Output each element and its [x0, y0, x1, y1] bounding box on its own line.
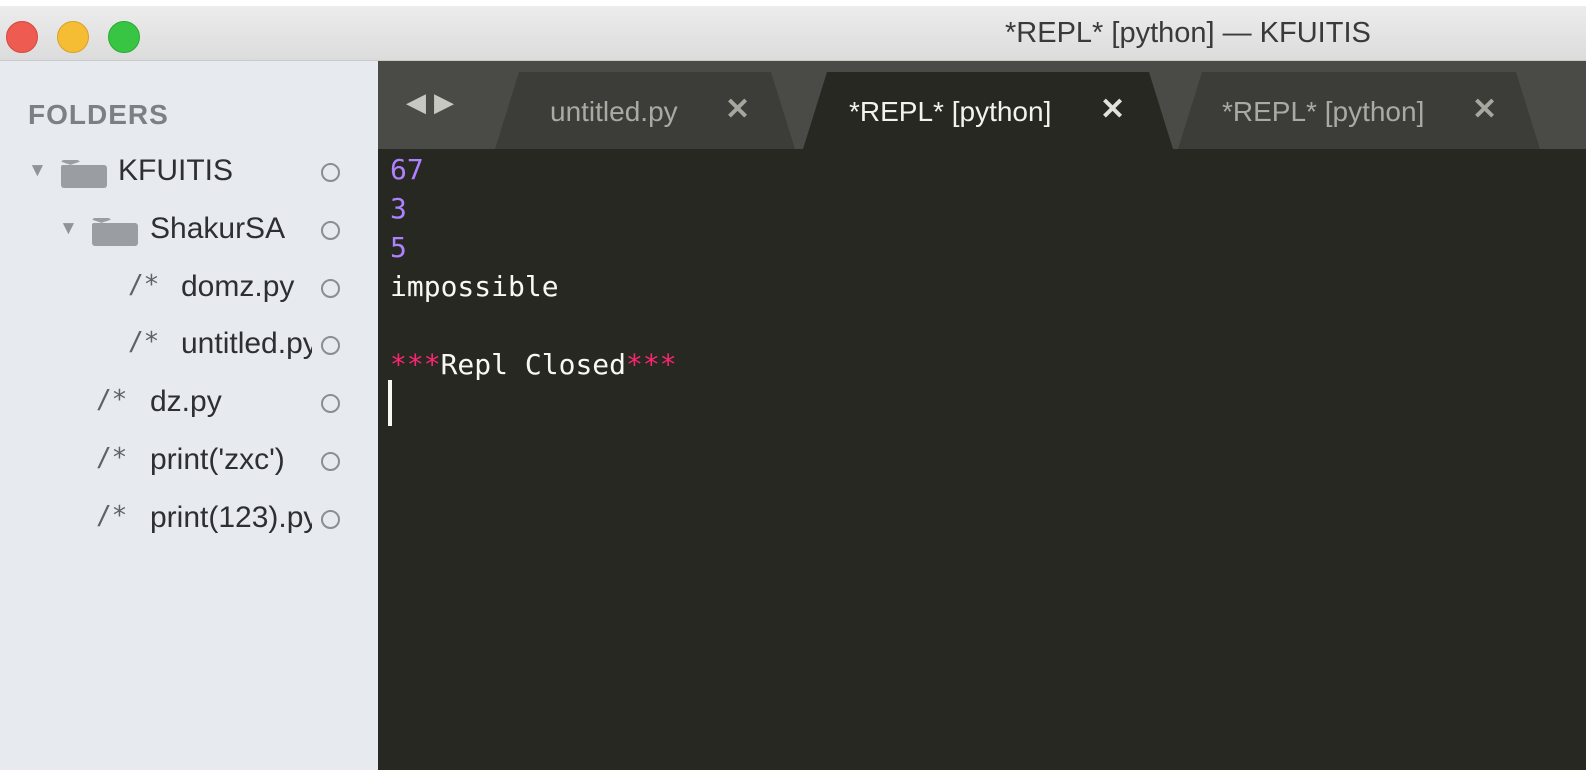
close-icon[interactable]: ✕ [1472, 92, 1497, 127]
sidebar-item-label: ShakurSA [150, 212, 286, 245]
tab-label: *REPL* [python] [849, 96, 1052, 127]
close-icon[interactable]: ✕ [1100, 92, 1125, 127]
repl-closed-message: ***Repl Closed*** [390, 347, 677, 383]
sidebar-heading: FOLDERS [28, 99, 169, 130]
tab-repl-python[interactable]: *REPL* [python] ✕ [1178, 72, 1540, 149]
circle-icon [321, 163, 340, 182]
tab-navigation: ◀▶ [406, 87, 462, 118]
circle-icon [321, 279, 340, 298]
title-bar[interactable]: *REPL* [python] — KFUITIS [0, 6, 1586, 61]
tab-bar: ◀▶ untitled.py ✕ *REPL* [python] ✕ *REPL… [378, 61, 1586, 149]
file-comment-icon: /* [128, 327, 160, 357]
sidebar-item-shakursa[interactable]: ▼ ShakurSA [0, 208, 378, 256]
sidebar-item-label: dz.py [150, 385, 222, 418]
sidebar-item-dz[interactable]: /* dz.py [0, 381, 378, 429]
folder-icon [92, 218, 138, 246]
repl-closed-text: Repl Closed [440, 348, 627, 381]
sidebar-item-label: print('zxc') [150, 443, 285, 476]
chevron-left-icon[interactable]: ◀ [406, 87, 434, 117]
tab-label: *REPL* [python] [1222, 96, 1425, 127]
sidebar-item-label: untitled.py [181, 327, 312, 360]
circle-icon [321, 336, 340, 355]
tab-label: untitled.py [550, 96, 678, 127]
output-line: 67 [390, 153, 424, 186]
disclosure-triangle-icon[interactable]: ▼ [59, 218, 78, 240]
code-editor[interactable]: 67 3 5 impossible ***Repl Closed*** [378, 149, 1586, 770]
window-title: *REPL* [python] — KFUITIS [1005, 17, 1371, 49]
circle-icon [321, 221, 340, 240]
folder-icon [61, 160, 107, 188]
tab-untitled-py[interactable]: untitled.py ✕ [495, 72, 795, 149]
asterisks-marker: *** [390, 348, 441, 381]
circle-icon [321, 452, 340, 471]
sidebar: FOLDERS ▼ KFUITIS ▼ ShakurSA /* domz.py … [0, 61, 378, 770]
file-comment-icon: /* [128, 270, 160, 300]
chevron-right-icon[interactable]: ▶ [434, 87, 462, 117]
output-line: 5 [390, 231, 407, 264]
disclosure-triangle-icon[interactable]: ▼ [28, 160, 47, 182]
sidebar-item-label: domz.py [181, 270, 295, 303]
file-comment-icon: /* [96, 443, 128, 473]
editor-window: *REPL* [python] — KFUITIS FOLDERS ▼ KFUI… [0, 0, 1586, 770]
sidebar-item-untitled[interactable]: /* untitled.py [0, 323, 378, 371]
circle-icon [321, 510, 340, 529]
minimize-window-button[interactable] [57, 21, 89, 53]
sidebar-item-label: print(123).py [150, 501, 312, 534]
sidebar-item-domz[interactable]: /* domz.py [0, 266, 378, 314]
close-icon[interactable]: ✕ [725, 92, 750, 127]
asterisks-marker: *** [626, 348, 677, 381]
zoom-window-button[interactable] [108, 21, 140, 53]
circle-icon [321, 394, 340, 413]
output-line: impossible [390, 270, 559, 303]
sidebar-item-print-zxc[interactable]: /* print('zxc') [0, 439, 378, 487]
tab-repl-python-active[interactable]: *REPL* [python] ✕ [803, 72, 1173, 149]
sidebar-item-print-123[interactable]: /* print(123).py [0, 497, 378, 545]
file-comment-icon: /* [96, 385, 128, 415]
text-cursor [388, 380, 392, 426]
sidebar-item-kfuitis[interactable]: ▼ KFUITIS [0, 150, 378, 198]
output-line: 3 [390, 192, 407, 225]
close-window-button[interactable] [6, 21, 38, 53]
sidebar-item-label: KFUITIS [118, 154, 234, 187]
file-comment-icon: /* [96, 501, 128, 531]
